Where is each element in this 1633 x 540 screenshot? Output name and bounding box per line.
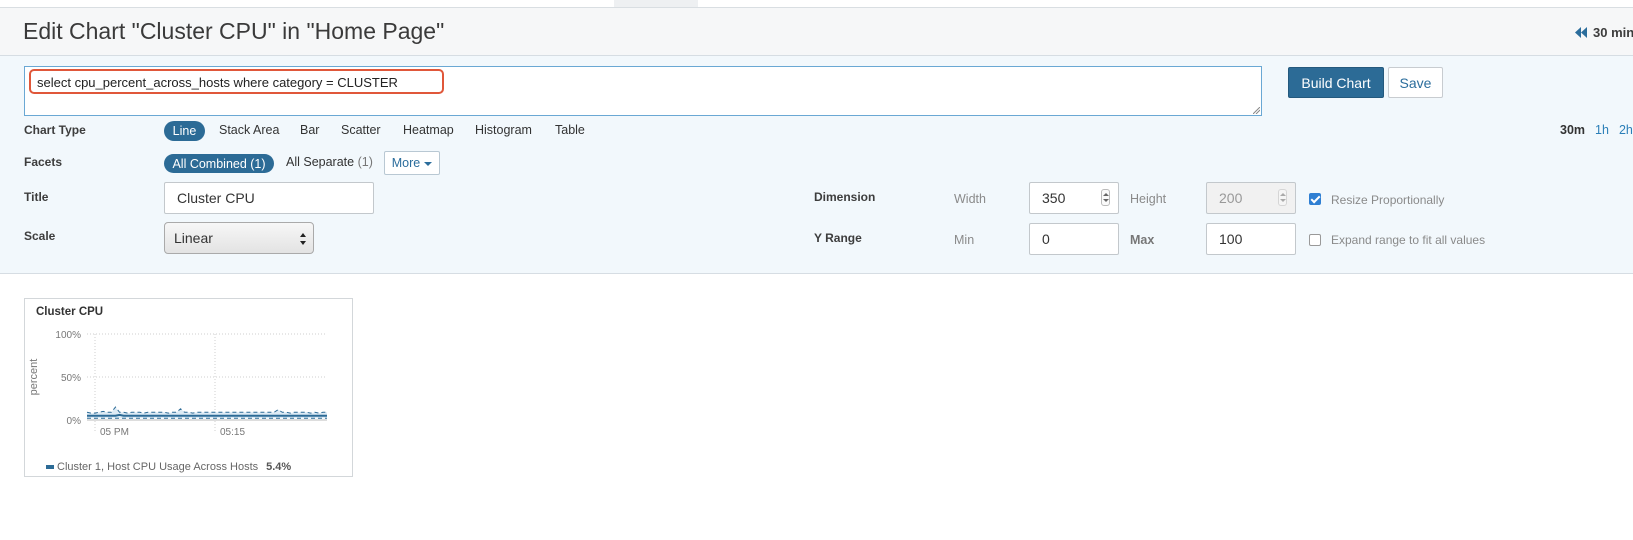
max-label: Max bbox=[1130, 233, 1155, 247]
more-dropdown-button[interactable]: More bbox=[384, 151, 440, 175]
expand-range-label: Expand range to fit all values bbox=[1331, 233, 1486, 247]
facet-all-separate-label: All Separate bbox=[286, 155, 355, 169]
chart-plot: 100% 50% 0% 05 PM 05:15 percent bbox=[28, 330, 327, 438]
top-strip bbox=[0, 0, 1633, 8]
y-axis-label: percent bbox=[28, 359, 40, 396]
x-tick-label: 05:15 bbox=[220, 427, 245, 438]
legend-series-label: Cluster 1, Host CPU Usage Across Hosts bbox=[57, 461, 259, 473]
y-tick-label: 0% bbox=[67, 416, 82, 427]
scale-label: Scale bbox=[24, 229, 56, 243]
facet-all-separate[interactable]: All Separate (1) bbox=[286, 155, 373, 169]
resize-proportionally-checkbox[interactable] bbox=[1309, 193, 1321, 205]
width-input-value: 350 bbox=[1042, 190, 1066, 206]
range-2h[interactable]: 2h bbox=[1619, 123, 1633, 137]
query-text[interactable]: select cpu_percent_across_hosts where ca… bbox=[37, 75, 398, 90]
scale-select-value: Linear bbox=[174, 230, 213, 246]
save-button[interactable]: Save bbox=[1388, 67, 1443, 98]
y-tick-label: 100% bbox=[55, 330, 81, 341]
resize-grip-icon[interactable] bbox=[1253, 107, 1260, 114]
facets-label: Facets bbox=[24, 155, 63, 169]
series-line-0 bbox=[87, 413, 327, 417]
range-1h[interactable]: 1h bbox=[1595, 123, 1609, 137]
chart-type-stack-area[interactable]: Stack Area bbox=[219, 123, 279, 137]
width-input[interactable]: 350 bbox=[1029, 182, 1119, 214]
resize-proportionally-label: Resize Proportionally bbox=[1331, 193, 1445, 207]
height-spinner-icon[interactable] bbox=[1278, 189, 1287, 206]
chart-type-heatmap[interactable]: Heatmap bbox=[403, 123, 454, 137]
height-input[interactable]: 200 bbox=[1206, 182, 1296, 214]
max-input[interactable]: 100 bbox=[1206, 223, 1296, 255]
y-range-label: Y Range bbox=[814, 231, 862, 245]
x-tick-label: 05 PM bbox=[100, 427, 129, 438]
min-label: Min bbox=[954, 233, 975, 247]
dimension-label: Dimension bbox=[814, 190, 876, 204]
chart-type-label: Chart Type bbox=[24, 123, 86, 137]
caret-down-icon bbox=[424, 161, 433, 166]
height-input-value: 200 bbox=[1219, 190, 1243, 206]
chart-type-line[interactable]: Line bbox=[164, 121, 205, 141]
time-range-selector[interactable]: 30 min bbox=[1575, 25, 1633, 40]
width-label: Width bbox=[954, 192, 986, 206]
height-label: Height bbox=[1130, 192, 1167, 206]
time-range-label: 30 min bbox=[1593, 25, 1633, 40]
chart-type-histogram[interactable]: Histogram bbox=[475, 123, 532, 137]
rewind-icon bbox=[1575, 27, 1587, 38]
y-tick-label: 50% bbox=[61, 373, 81, 384]
chart-type-table[interactable]: Table bbox=[555, 123, 585, 137]
series-line-1 bbox=[86, 406, 327, 414]
scale-select[interactable]: Linear bbox=[164, 222, 314, 254]
width-spinner-icon[interactable] bbox=[1101, 189, 1110, 206]
chart-type-bar[interactable]: Bar bbox=[300, 123, 319, 137]
top-tab[interactable] bbox=[614, 0, 698, 7]
title-label: Title bbox=[24, 190, 49, 204]
time-range-links: 30m 1h 2h bbox=[1560, 123, 1633, 137]
more-label: More bbox=[391, 156, 421, 170]
chart-legend: Cluster 1, Host CPU Usage Across Hosts 5… bbox=[46, 461, 291, 473]
facet-all-combined[interactable]: All Combined (1) bbox=[164, 154, 274, 173]
expand-range-checkbox[interactable] bbox=[1309, 234, 1321, 246]
select-arrows-icon bbox=[300, 233, 306, 245]
chart-type-scatter[interactable]: Scatter bbox=[341, 123, 381, 137]
legend-series-value: 5.4% bbox=[266, 461, 292, 473]
min-input[interactable]: 0 bbox=[1029, 223, 1119, 255]
range-30m[interactable]: 30m bbox=[1560, 123, 1585, 137]
page-title: Edit Chart "Cluster CPU" in "Home Page" bbox=[23, 18, 445, 44]
build-chart-button[interactable]: Build Chart bbox=[1288, 67, 1384, 98]
chart-preview-title: Cluster CPU bbox=[36, 306, 104, 318]
legend-swatch bbox=[46, 465, 54, 469]
title-input[interactable]: Cluster CPU bbox=[164, 182, 374, 214]
facet-all-separate-count: (1) bbox=[357, 155, 373, 169]
